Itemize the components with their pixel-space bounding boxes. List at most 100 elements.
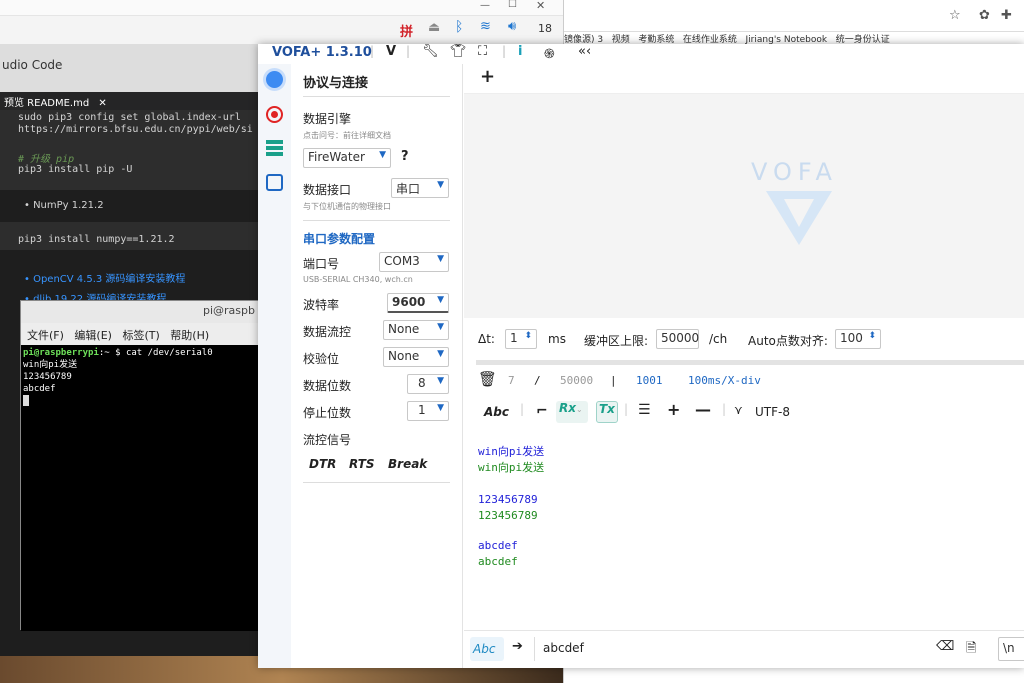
control-icon[interactable] <box>266 140 283 157</box>
terminal-output[interactable]: pi@raspberrypi:~ $ cat /dev/serial0 win向… <box>21 345 261 631</box>
wifi-icon[interactable]: ≋ <box>480 19 491 34</box>
tab-label: 预览 README.md <box>4 98 90 109</box>
terminal-toolbar: Abc | ⌐ Rx⌄ Tx | ☰ + — | ⋎ UTF-8 <box>464 398 1024 428</box>
screenshot-icon[interactable]: ⛶ <box>478 44 487 59</box>
send-bar: Abc ➔ abcdef ⌫ 🗎︎ \n <box>464 630 1024 668</box>
receive-log[interactable]: win向pi发送 win向pi发送 123456789 123456789 ab… <box>478 444 544 570</box>
code-line: pip3 install numpy==1.21.2 <box>18 234 175 245</box>
chevron-down-icon: ▼ <box>437 376 444 386</box>
widgets-icon[interactable] <box>266 174 283 191</box>
eraser-icon[interactable]: ⌫ <box>936 639 954 654</box>
parity-value: None <box>388 349 420 363</box>
history-icon[interactable]: 🗎︎ <box>966 639 976 661</box>
rx-toggle[interactable]: Rx⌄ <box>556 401 588 423</box>
trash-icon[interactable]: 🗑︎ <box>478 370 497 388</box>
record-icon[interactable] <box>266 106 283 123</box>
send-icon[interactable]: ➔ <box>512 639 523 654</box>
send-input[interactable]: abcdef <box>534 637 924 661</box>
bullet-link[interactable]: • OpenCV 4.5.3 源码编译安装教程 <box>24 270 185 285</box>
dt-unit: ms <box>548 332 566 346</box>
zoom-in-icon[interactable]: + <box>667 400 680 419</box>
port-select[interactable]: COM3 ▼ <box>379 252 449 272</box>
abc-toggle[interactable]: Abc <box>484 405 509 419</box>
plot-area[interactable] <box>464 94 1024 318</box>
editor-tab[interactable]: 预览 README.md ✕ <box>0 92 258 110</box>
bluetooth-icon[interactable]: ᛒ <box>455 19 463 35</box>
volume-icon[interactable]: 🔊︎ <box>508 19 516 34</box>
stat-max: 50000 <box>560 374 594 387</box>
serial-heading: 串口参数配置 <box>303 232 376 246</box>
collapse-icon[interactable]: «‹ <box>578 44 591 59</box>
divider <box>303 96 450 97</box>
stopbits-value: 1 <box>418 403 426 417</box>
extension-icon[interactable]: ✿ <box>979 8 990 23</box>
stat-count: 1001 <box>636 374 663 387</box>
dtr-button[interactable]: DTR <box>309 457 336 471</box>
bullet-text: NumPy 1.21.2 <box>33 200 104 211</box>
close-icon[interactable]: ✕ <box>98 98 106 109</box>
scroll-track[interactable] <box>476 360 1024 365</box>
input-method-icon[interactable]: 拼 <box>400 21 413 40</box>
tx-toggle[interactable]: Tx <box>596 401 618 423</box>
bullet-item: • NumPy 1.21.2 <box>24 200 104 211</box>
spin-icon[interactable]: ⬍ <box>524 331 532 341</box>
encoding-icon[interactable]: ⋎ <box>734 403 743 417</box>
rts-button[interactable]: RTS <box>349 457 375 471</box>
vscode-titlebar: udio Code <box>0 44 258 92</box>
minimize-icon[interactable]: — <box>480 0 490 11</box>
buffer-label: 缓冲区上限: <box>584 334 649 348</box>
auto-spinbox[interactable]: 100 ⬍ <box>835 329 881 349</box>
line-ending-value: \n <box>1003 641 1015 655</box>
divider: | <box>624 402 629 416</box>
puzzle-icon[interactable]: ✚ <box>1001 8 1012 23</box>
baud-select[interactable]: 9600 ▼ <box>387 293 449 313</box>
star-icon[interactable]: ☆ <box>949 8 961 23</box>
code-line: https://mirrors.bfsu.edu.cn/pypi/web/si <box>18 124 253 135</box>
link-text[interactable]: OpenCV 4.5.3 源码编译安装教程 <box>33 274 185 285</box>
menu-tabs[interactable]: 标签(T) <box>122 329 159 342</box>
prompt-user: pi@raspberrypi <box>23 348 99 358</box>
databits-select[interactable]: 8 ▼ <box>407 374 449 394</box>
divider: | <box>502 44 507 58</box>
parity-select[interactable]: None ▼ <box>383 347 449 367</box>
info-icon[interactable]: i <box>518 44 522 59</box>
chevron-down-icon: ▼ <box>437 295 444 305</box>
fingerprint-icon[interactable]: ֍ <box>544 44 555 62</box>
shirt-icon[interactable]: 👕︎ <box>450 44 467 59</box>
engine-select[interactable]: FireWater ▼ <box>303 148 391 168</box>
menu-file[interactable]: 文件(F) <box>27 329 64 342</box>
interface-select[interactable]: 串口 ▼ <box>391 178 449 198</box>
stopbits-select[interactable]: 1 ▼ <box>407 401 449 421</box>
dt-spinbox[interactable]: 1 ⬍ <box>505 329 537 349</box>
menu-help[interactable]: 帮助(H) <box>170 329 209 342</box>
help-question[interactable]: ? <box>401 149 409 164</box>
flow-select[interactable]: None ▼ <box>383 320 449 340</box>
close-icon[interactable]: ✕ <box>536 0 545 12</box>
send-abc-toggle[interactable]: Abc <box>470 637 504 661</box>
vofa-logo-icon[interactable]: V <box>386 44 396 59</box>
encoding-label[interactable]: UTF-8 <box>755 405 790 419</box>
terminal-line: 123456789 <box>23 372 72 382</box>
chevron-down-icon: ▼ <box>437 349 444 359</box>
divider: | <box>370 44 375 58</box>
spin-icon[interactable]: ⬍ <box>868 331 876 341</box>
auto-value: 100 <box>840 331 863 345</box>
buffer-input[interactable]: 50000 <box>656 329 699 349</box>
panel-heading: 协议与连接 <box>303 76 369 91</box>
maximize-icon[interactable]: ☐ <box>508 0 517 10</box>
eject-icon[interactable]: ⏏ <box>428 20 440 35</box>
line-ending-select[interactable]: \n <box>998 637 1024 661</box>
zoom-out-icon[interactable]: — <box>695 400 711 419</box>
break-button[interactable]: Break <box>388 457 427 471</box>
add-widget-button[interactable]: + <box>480 66 495 87</box>
vofa-sidebar <box>258 64 291 668</box>
wrench-icon[interactable]: 🔧︎ <box>422 44 439 59</box>
protocol-icon[interactable] <box>266 71 283 88</box>
port-label: 端口号 <box>303 257 340 271</box>
hook-icon[interactable]: ⌐ <box>536 403 548 419</box>
format-icon[interactable]: ☰ <box>638 402 651 418</box>
flow-value: None <box>388 322 420 336</box>
menu-edit[interactable]: 编辑(E) <box>74 329 112 342</box>
stat-slash: / <box>534 374 541 387</box>
vofa-watermark-logo <box>766 191 832 245</box>
